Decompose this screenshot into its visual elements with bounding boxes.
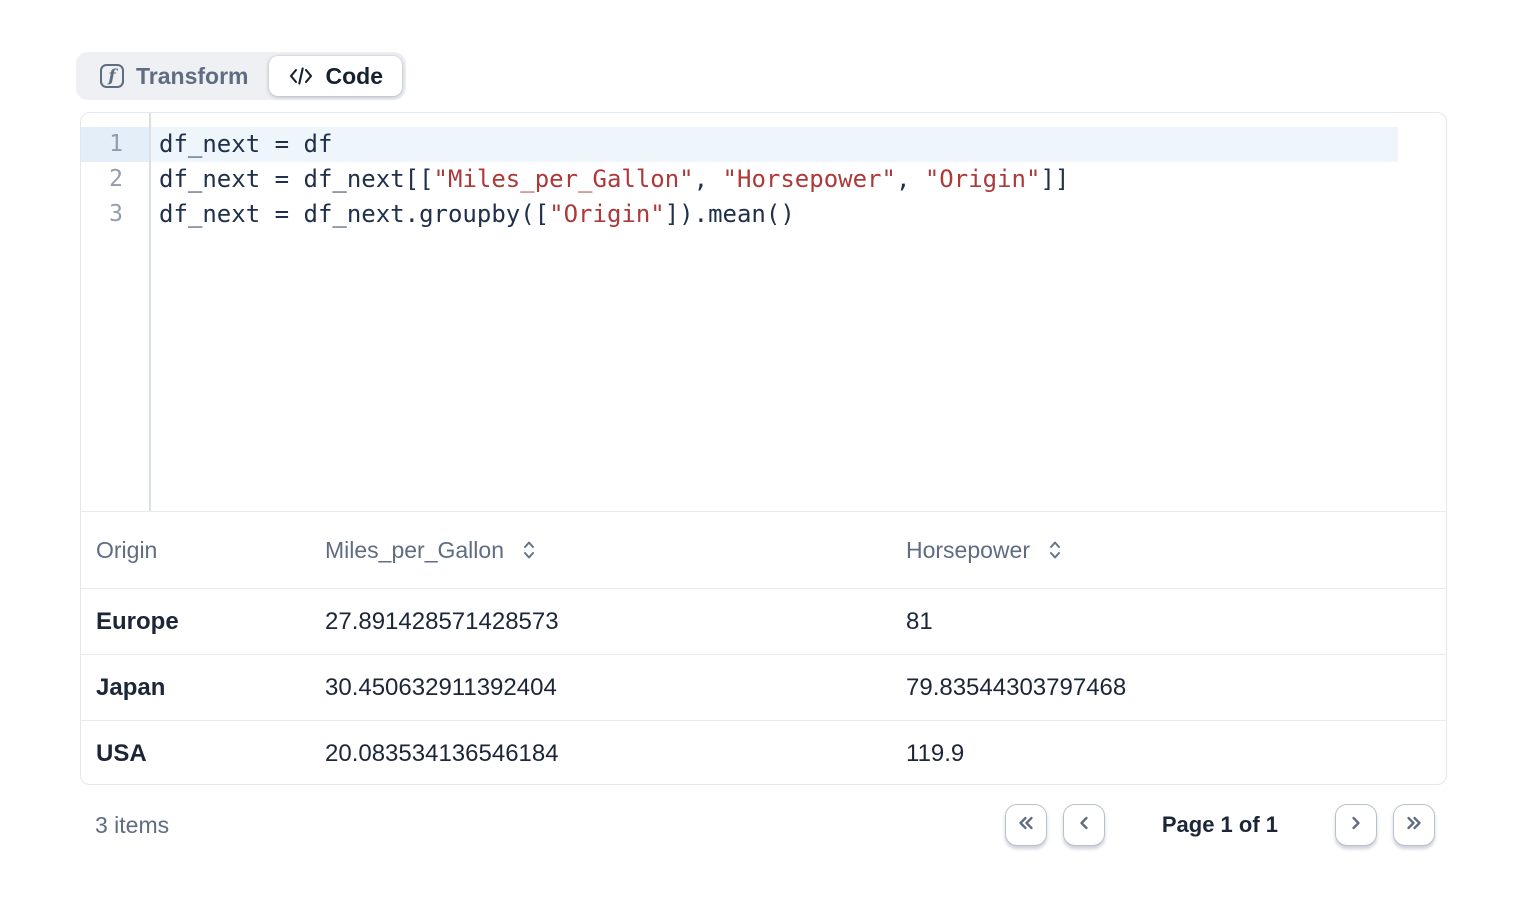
column-label: Horsepower [906, 537, 1030, 564]
function-icon: f [99, 63, 125, 89]
items-count: 3 items [95, 812, 169, 839]
column-label: Origin [96, 537, 157, 564]
code-line-text: df_next = df [149, 127, 1446, 162]
table-body: Europe27.89142857142857381Japan30.450632… [81, 589, 1446, 786]
pagination-footer: 3 items Page 1 of 1 [80, 802, 1447, 848]
tab-code-label: Code [325, 63, 383, 90]
gutter-divider [149, 113, 151, 511]
code-lines: 1df_next = df2df_next = df_next[["Miles_… [81, 127, 1446, 232]
table-cell: 27.891428571428573 [310, 589, 891, 655]
table-row: USA20.083534136546184119.9 [81, 721, 1446, 786]
table-cell: 20.083534136546184 [310, 721, 891, 786]
previous-page-button[interactable] [1063, 804, 1105, 846]
pager: Page 1 of 1 [1005, 804, 1435, 846]
row-header-cell: Europe [81, 589, 310, 655]
table-cell: 81 [891, 589, 1446, 655]
chevrons-right-icon [1404, 814, 1424, 837]
table-header-row: Origin Miles_per_Gallon [81, 512, 1446, 589]
chevrons-left-icon [1016, 814, 1036, 837]
column-label: Miles_per_Gallon [325, 537, 504, 564]
row-header-cell: Japan [81, 655, 310, 721]
svg-text:f: f [107, 67, 118, 87]
table-cell: 30.450632911392404 [310, 655, 891, 721]
line-number: 2 [81, 162, 149, 197]
line-number: 1 [81, 127, 149, 162]
line-number: 3 [81, 197, 149, 232]
tab-transform[interactable]: f Transform [80, 56, 267, 96]
tab-transform-label: Transform [136, 63, 248, 90]
column-header-miles-per-gallon: Miles_per_Gallon [310, 512, 891, 589]
next-page-button[interactable] [1335, 804, 1377, 846]
code-editor[interactable]: 1df_next = df2df_next = df_next[["Miles_… [81, 113, 1446, 511]
page-indicator: Page 1 of 1 [1162, 812, 1278, 838]
code-line: 3df_next = df_next.groupby(["Origin"]).m… [81, 197, 1446, 232]
column-header-origin: Origin [81, 512, 310, 589]
table-row: Japan30.45063291139240479.83544303797468 [81, 655, 1446, 721]
chevron-right-icon [1347, 814, 1365, 837]
row-header-cell: USA [81, 721, 310, 786]
result-table: Origin Miles_per_Gallon [81, 511, 1446, 785]
table-cell: 119.9 [891, 721, 1446, 786]
code-icon [288, 66, 314, 86]
sort-icon[interactable] [520, 539, 538, 561]
table-cell: 79.83544303797468 [891, 655, 1446, 721]
code-line: 1df_next = df [81, 127, 1446, 162]
view-tab-bar: f Transform Code [76, 52, 406, 100]
sort-icon[interactable] [1046, 539, 1064, 561]
code-line: 2df_next = df_next[["Miles_per_Gallon", … [81, 162, 1446, 197]
chevron-left-icon [1075, 814, 1093, 837]
tab-code[interactable]: Code [269, 56, 402, 96]
column-header-horsepower: Horsepower [891, 512, 1446, 589]
dataframe-widget: f Transform Code 1df_next = df2df_next =… [0, 0, 1516, 918]
code-line-text: df_next = df_next[["Miles_per_Gallon", "… [149, 162, 1069, 197]
first-page-button[interactable] [1005, 804, 1047, 846]
code-line-text: df_next = df_next.groupby(["Origin"]).me… [149, 197, 795, 232]
content-panel: 1df_next = df2df_next = df_next[["Miles_… [80, 112, 1447, 785]
table-row: Europe27.89142857142857381 [81, 589, 1446, 655]
last-page-button[interactable] [1393, 804, 1435, 846]
